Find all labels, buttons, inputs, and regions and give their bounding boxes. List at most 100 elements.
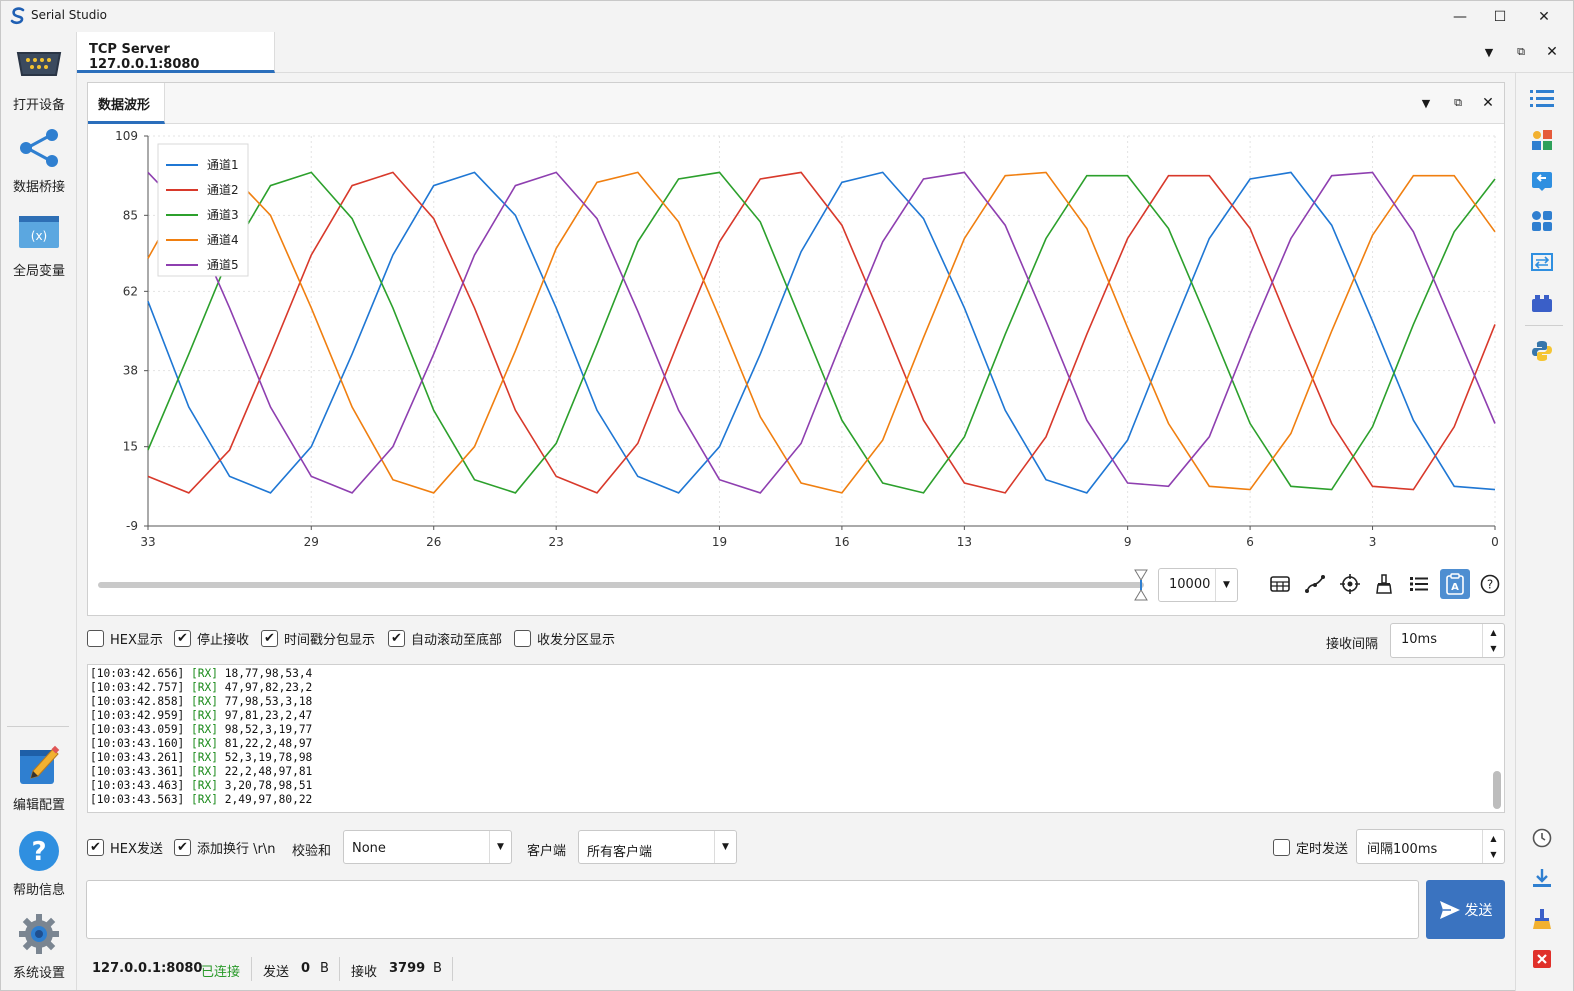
crosshair-icon[interactable] <box>1335 569 1365 599</box>
help-circle-icon[interactable]: ? <box>1475 569 1505 599</box>
console-line: [10:03:43.361] [RX] 22,2,48,97,81 <box>90 765 1502 779</box>
receive-interval-spinbox[interactable]: 10ms ▲ ▼ <box>1390 623 1505 658</box>
global-variables-button[interactable]: (x) 全局变量 <box>1 210 77 279</box>
download-icon[interactable] <box>1530 866 1554 890</box>
help-button[interactable]: ? 帮助信息 <box>1 829 77 898</box>
hex-send-checkbox[interactable]: ✔ HEX发送 <box>87 838 163 857</box>
split-view-label: 收发分区显示 <box>537 633 616 648</box>
legend-label: 通道1 <box>207 158 239 172</box>
spin-arrows-icon[interactable]: ▲ ▼ <box>1482 624 1504 657</box>
chevron-down-icon[interactable]: ▼ <box>1215 569 1237 601</box>
console-scrollbar[interactable] <box>1493 771 1501 809</box>
legend-label: 通道3 <box>207 208 239 222</box>
maximize-button[interactable]: ☐ <box>1477 1 1523 32</box>
interpolate-icon[interactable] <box>1300 569 1330 599</box>
settings-button[interactable]: 系统设置 <box>1 912 77 981</box>
autoscroll-label: 自动滚动至底部 <box>411 633 503 648</box>
checkbox-box[interactable]: ✔ <box>87 839 104 856</box>
data-bridge-label: 数据桥接 <box>12 180 65 195</box>
add-newline-label: 添加换行 \r\n <box>197 842 276 857</box>
swap-icon[interactable] <box>1530 250 1554 274</box>
panel-dropdown-icon[interactable]: ▼ <box>1416 93 1436 113</box>
open-device-label: 打开设备 <box>12 98 65 113</box>
tab-data-waveform[interactable]: 数据波形 <box>88 83 165 124</box>
back-icon[interactable] <box>1530 169 1554 193</box>
tab-float-icon[interactable]: ⧉ <box>1511 42 1531 62</box>
autoscroll-checkbox[interactable]: ✔ 自动滚动至底部 <box>388 629 502 648</box>
checksum-label: 校验和 <box>292 844 332 859</box>
tab-dropdown-icon[interactable]: ▼ <box>1479 42 1499 62</box>
widgets-icon[interactable] <box>1530 128 1554 152</box>
points-limit-combo[interactable]: 10000 ▼ <box>1158 568 1238 602</box>
y-tick-label: 85 <box>123 208 138 222</box>
plot-panel: 数据波形 ▼ ⧉ ✕ 109 85 62 38 15 -9 33 29 26 23 19 16 13 9 6… <box>87 82 1505 616</box>
send-button[interactable]: 发送 <box>1426 880 1505 939</box>
checkbox-box[interactable] <box>1273 839 1290 856</box>
received-label: 接收 <box>351 965 378 980</box>
legend-label: 通道2 <box>207 183 239 197</box>
help-icon: ? <box>15 829 63 873</box>
clean-icon[interactable] <box>1530 907 1554 931</box>
close-window-button[interactable]: ✕ <box>1521 1 1567 32</box>
chevron-down-icon[interactable]: ▼ <box>489 831 511 863</box>
panel-close-icon[interactable]: ✕ <box>1478 93 1498 113</box>
y-tick-label: 62 <box>123 284 138 298</box>
legend-toggle-icon[interactable] <box>1404 569 1434 599</box>
checkbox-box[interactable]: ✔ <box>388 630 405 647</box>
send-input[interactable] <box>86 880 1419 939</box>
edit-config-label: 编辑配置 <box>12 798 65 813</box>
timed-send-checkbox[interactable]: 定时发送 <box>1273 838 1348 857</box>
table-view-icon[interactable] <box>1265 569 1295 599</box>
send-button-label: 发送 <box>1464 902 1493 919</box>
console-output[interactable]: [10:03:42.656] [RX] 18,77,98,53,4 [10:03:… <box>87 664 1505 813</box>
add-newline-checkbox[interactable]: ✔ 添加换行 \r\n <box>174 838 275 857</box>
console-timestamp: [10:03:43.261] <box>90 751 192 764</box>
slider-handle[interactable] <box>1134 569 1148 601</box>
data-bridge-button[interactable]: 数据桥接 <box>1 126 77 195</box>
stop-receive-checkbox[interactable]: ✔ 停止接收 <box>174 629 249 648</box>
hex-display-checkbox[interactable]: HEX显示 <box>87 629 163 648</box>
tab-close-icon[interactable]: ✕ <box>1542 42 1562 62</box>
checkbox-box[interactable]: ✔ <box>174 630 191 647</box>
console-rx-tag: [RX] <box>191 709 218 722</box>
panel-float-icon[interactable]: ⧉ <box>1448 93 1468 113</box>
clear-plot-icon[interactable] <box>1369 569 1399 599</box>
legend-label: 通道5 <box>207 258 239 272</box>
console-data: 2,49,97,80,22 <box>218 793 313 806</box>
time-range-slider[interactable] <box>98 582 1144 588</box>
y-tick-label: -9 <box>126 519 138 533</box>
device-tab-bar: TCP Server 127.0.0.1:8080 ▼ ⧉ ✕ <box>77 32 1573 73</box>
chevron-down-icon[interactable]: ▼ <box>714 831 736 863</box>
apps-icon[interactable] <box>1530 209 1554 233</box>
client-combo[interactable]: 所有客户端 ▼ <box>578 830 737 864</box>
close-red-icon[interactable] <box>1530 947 1554 971</box>
spin-arrows-icon[interactable]: ▲ ▼ <box>1482 830 1504 863</box>
x-tick-label: 9 <box>1124 535 1132 549</box>
line-chart[interactable]: 109 85 62 38 15 -933 29 26 23 19 16 13 9 6 3 0 通道1 通道2 通道3… <box>88 124 1504 564</box>
y-tick-label: 15 <box>123 440 138 454</box>
open-device-button[interactable]: 打开设备 <box>1 44 77 113</box>
split-view-checkbox[interactable]: 收发分区显示 <box>514 629 615 648</box>
edit-config-button[interactable]: 编辑配置 <box>1 744 77 813</box>
auto-scale-icon[interactable]: A <box>1440 569 1470 599</box>
checkbox-box[interactable]: ✔ <box>261 630 278 647</box>
status-divider <box>452 957 453 981</box>
plugin-icon[interactable] <box>1530 291 1554 315</box>
clock-icon[interactable] <box>1530 826 1554 850</box>
timestamp-checkbox[interactable]: ✔ 时间戳分包显示 <box>261 629 375 648</box>
plot-panel-header: 数据波形 ▼ ⧉ ✕ <box>88 83 1504 124</box>
console-timestamp: [10:03:43.059] <box>90 723 192 736</box>
left-sidebar: 打开设备 数据桥接 (x) 全局变量 编辑配置 ? 帮助信息 系统设置 <box>1 32 77 990</box>
python-icon[interactable] <box>1530 339 1554 363</box>
list-icon[interactable] <box>1530 87 1554 111</box>
console-rx-tag: [RX] <box>191 751 218 764</box>
checkbox-box[interactable] <box>514 630 531 647</box>
console-timestamp: [10:03:42.656] <box>90 667 192 680</box>
checksum-combo[interactable]: None ▼ <box>343 830 512 864</box>
send-interval-spinbox[interactable]: 间隔100ms ▲ ▼ <box>1356 829 1505 864</box>
hex-send-label: HEX发送 <box>110 842 163 857</box>
tab-tcp-server[interactable]: TCP Server 127.0.0.1:8080 <box>77 32 275 73</box>
right-sidebar-divider <box>1525 325 1563 326</box>
checkbox-box[interactable]: ✔ <box>174 839 191 856</box>
checkbox-box[interactable] <box>87 630 104 647</box>
